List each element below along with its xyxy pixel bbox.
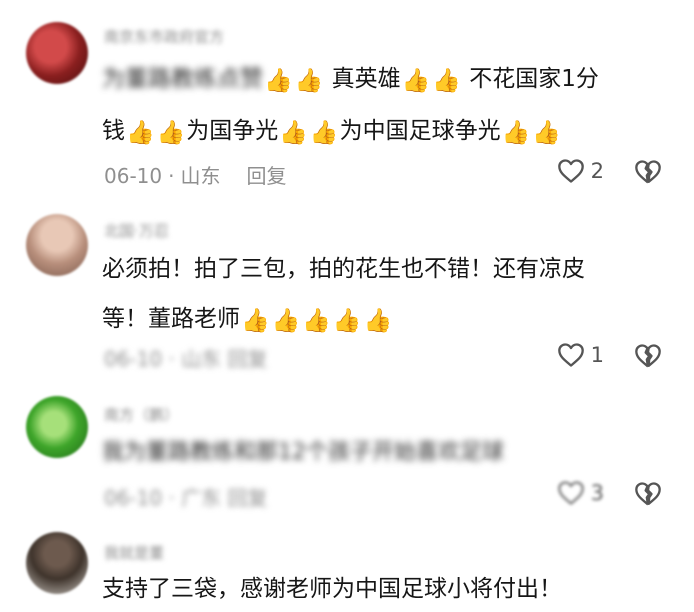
username[interactable]: 我就是董: [104, 542, 164, 563]
thumbs-up-emoji: 👍: [432, 68, 461, 94]
comment-location: 山东: [180, 164, 221, 188]
text-segment: 等！董路老师: [102, 306, 240, 332]
username[interactable]: 南方（鹏）: [104, 404, 179, 425]
username[interactable]: 北国·万忍: [104, 220, 169, 241]
thumbs-up-emoji: 👍: [401, 68, 431, 94]
thumbs-up-emoji: 👍: [501, 120, 531, 146]
thumbs-up-emoji: 👍: [279, 120, 308, 146]
thumbs-up-emoji: 👍: [271, 308, 301, 334]
comment-meta: 06-10 · 山东 回复: [104, 164, 287, 188]
text-segment: 不花国家1分: [469, 66, 599, 92]
comment-text: 为董路教练点赞👍👍 真英雄👍👍 不花国家1分 钱👍👍为国争光👍👍为中国足球争光👍…: [102, 54, 672, 158]
username[interactable]: 南京东市政府官方: [104, 26, 224, 47]
avatar[interactable]: [26, 22, 88, 84]
reply-button[interactable]: 回复: [246, 164, 286, 188]
thumbs-up-emoji: 👍: [302, 308, 331, 334]
thumbs-up-emoji: 👍: [363, 308, 393, 334]
broken-heart-icon[interactable]: [634, 158, 662, 186]
broken-heart-icon[interactable]: [634, 342, 662, 370]
comment-meta: 06-10 · 广东 回复: [104, 486, 268, 510]
like-count: 2: [590, 159, 604, 183]
thumbs-up-emoji: 👍: [126, 120, 155, 146]
thumbs-up-emoji: 👍: [294, 68, 324, 94]
thumbs-up-emoji: 👍: [241, 308, 270, 334]
thumbs-up-emoji: 👍: [332, 308, 362, 334]
text-segment: 必须拍！拍了三包，拍的花生也不错！还有凉皮: [102, 256, 585, 282]
heart-outline-icon: [557, 481, 584, 505]
thumbs-up-emoji: 👍: [156, 120, 186, 146]
text-segment: 钱: [102, 118, 125, 144]
heart-outline-icon: [557, 343, 584, 367]
text-segment: 真英雄: [331, 66, 401, 92]
like-count: 3: [590, 481, 604, 505]
avatar[interactable]: [26, 396, 88, 458]
heart-outline-icon: [557, 159, 584, 183]
comment-text: 支持了三袋，感谢老师为中国足球小将付出！: [102, 576, 562, 602]
text-segment: 为中国足球争光: [339, 118, 501, 144]
like-count: 1: [590, 343, 604, 367]
comment-date: 06-10: [104, 164, 163, 188]
blurred-text: 为董路教练点赞: [102, 66, 263, 92]
comment-meta: 06-10 · 山东 回复: [104, 347, 268, 371]
comment-text: 我为董路教练和那12个孩子开始喜欢足球: [102, 440, 504, 465]
thumbs-up-emoji: 👍: [264, 68, 293, 94]
thumbs-up-emoji: 👍: [532, 120, 561, 146]
like-button[interactable]: 1: [557, 342, 604, 368]
thumbs-up-emoji: 👍: [309, 120, 339, 146]
avatar[interactable]: [26, 532, 88, 594]
comment-text: 必须拍！拍了三包，拍的花生也不错！还有凉皮 等！董路老师👍👍👍👍👍: [102, 244, 672, 346]
broken-heart-icon[interactable]: [634, 480, 662, 508]
like-button[interactable]: 2: [557, 158, 604, 184]
like-button[interactable]: 3: [557, 480, 604, 506]
avatar[interactable]: [26, 214, 88, 276]
text-segment: 为国争光: [186, 118, 279, 144]
